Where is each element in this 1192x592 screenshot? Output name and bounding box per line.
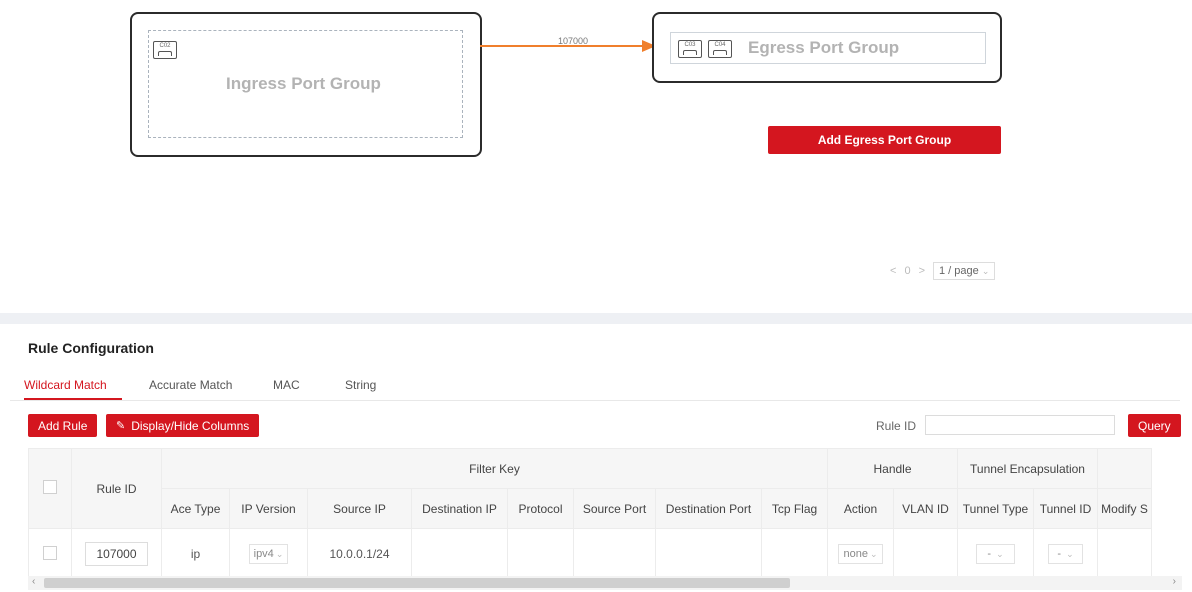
- chevron-down-icon: ⌄: [275, 549, 284, 559]
- display-hide-columns-button[interactable]: ✎ Display/Hide Columns: [106, 414, 260, 437]
- column-header: Modify S: [1097, 488, 1152, 529]
- edit-icon: ✎: [116, 420, 126, 432]
- tab-wildcard-match[interactable]: Wildcard Match: [24, 378, 107, 392]
- rule-configuration-title: Rule Configuration: [28, 340, 154, 356]
- column-header: Action: [827, 488, 894, 529]
- tunnel-type-cell: - ⌄: [957, 528, 1034, 580]
- egress-group-title: Egress Port Group: [748, 38, 900, 57]
- query-button[interactable]: Query: [1128, 414, 1181, 437]
- scroll-right-icon[interactable]: ›: [1173, 576, 1176, 587]
- group-header-tunnel-encapsulation: Tunnel Encapsulation: [957, 448, 1098, 489]
- action-select[interactable]: none ⌄: [838, 544, 883, 564]
- group-header-spacer: [1097, 448, 1152, 489]
- select-all-cell[interactable]: [28, 448, 72, 529]
- add-egress-port-group-button[interactable]: Add Egress Port Group: [768, 126, 1001, 154]
- rules-table: Rule ID Filter Key Handle Tunnel Encapsu…: [28, 448, 1152, 580]
- topology-panel: C02 Ingress Port Group 107000 C03 C04 Eg…: [10, 0, 1192, 313]
- destination-port-cell[interactable]: [655, 528, 762, 580]
- group-header-filter-key: Filter Key: [161, 448, 828, 489]
- column-header: Tunnel ID: [1033, 488, 1098, 529]
- chevron-down-icon: ⌄: [996, 549, 1004, 559]
- rule-tabs: Wildcard Match Accurate Match MAC String: [10, 374, 1180, 401]
- tcp-flag-cell[interactable]: [761, 528, 828, 580]
- row-select-cell[interactable]: [28, 528, 72, 580]
- rule-id-cell: 107000: [71, 528, 162, 580]
- column-header: Source IP: [307, 488, 412, 529]
- port-icon[interactable]: C03: [678, 40, 702, 58]
- column-header: VLAN ID: [893, 488, 958, 529]
- chevron-down-icon: ⌄: [981, 266, 990, 276]
- column-header: IP Version: [229, 488, 308, 529]
- tab-mac[interactable]: MAC: [273, 378, 300, 392]
- active-tab-indicator: [24, 398, 122, 400]
- rule-id-search-input[interactable]: [925, 415, 1115, 435]
- ingress-port-group[interactable]: C02 Ingress Port Group: [130, 12, 482, 157]
- link-arrow: [480, 40, 656, 52]
- prev-page-button[interactable]: <: [890, 265, 896, 277]
- row-checkbox[interactable]: [43, 545, 57, 560]
- ace-type-cell: ip: [161, 528, 230, 580]
- section-divider: [0, 313, 1192, 324]
- chevron-down-icon: ⌄: [869, 549, 878, 559]
- ip-version-cell: ipv4 ⌄: [229, 528, 308, 580]
- source-port-cell[interactable]: [573, 528, 656, 580]
- ip-version-select[interactable]: ipv4 ⌄: [248, 544, 289, 564]
- scroll-left-icon[interactable]: ‹: [32, 576, 35, 587]
- chevron-down-icon: ⌄: [1066, 549, 1074, 559]
- ingress-group-title: Ingress Port Group: [226, 74, 381, 93]
- table-row: 107000 ip ipv4 ⌄ 10.0.0.1/24 none ⌄ - ⌄ - …: [28, 528, 1152, 580]
- tunnel-type-select[interactable]: - ⌄: [976, 544, 1015, 564]
- display-hide-columns-label: Display/Hide Columns: [131, 418, 250, 433]
- add-rule-button[interactable]: Add Rule: [28, 414, 98, 437]
- group-header-handle: Handle: [827, 448, 958, 489]
- page-size-select[interactable]: 1 / page ⌄: [933, 262, 996, 280]
- column-header: Ace Type: [161, 488, 230, 529]
- rule-id-input[interactable]: 107000: [85, 542, 148, 566]
- vlan-id-cell[interactable]: [893, 528, 958, 580]
- destination-ip-cell[interactable]: [411, 528, 508, 580]
- current-page: 0: [904, 265, 911, 277]
- port-icon[interactable]: C02: [153, 41, 177, 59]
- tab-accurate-match[interactable]: Accurate Match: [149, 378, 232, 392]
- source-ip-cell[interactable]: 10.0.0.1/24: [307, 528, 412, 580]
- port-icon[interactable]: C04: [708, 40, 732, 58]
- rule-id-search-label: Rule ID: [876, 419, 917, 433]
- column-header: Destination Port: [655, 488, 762, 529]
- tab-string[interactable]: String: [345, 378, 376, 392]
- protocol-cell[interactable]: [507, 528, 574, 580]
- select-all-checkbox[interactable]: [43, 480, 57, 494]
- tunnel-id-select[interactable]: - ⌄: [1048, 544, 1083, 564]
- modify-cell[interactable]: [1097, 528, 1152, 580]
- column-header: Destination IP: [411, 488, 508, 529]
- tunnel-id-cell: - ⌄: [1033, 528, 1098, 580]
- horizontal-scrollbar[interactable]: ‹ ›: [28, 576, 1182, 590]
- egress-port-group[interactable]: C03 C04 Egress Port Group: [652, 12, 1002, 83]
- scroll-thumb[interactable]: [44, 578, 790, 588]
- column-header: Protocol: [507, 488, 574, 529]
- column-header: Tunnel Type: [957, 488, 1034, 529]
- next-page-button[interactable]: >: [919, 265, 925, 277]
- column-header-rule-id: Rule ID: [71, 448, 162, 529]
- pagination: < 0 > 1 / page ⌄: [890, 262, 996, 280]
- action-cell: none ⌄: [827, 528, 894, 580]
- column-header: Tcp Flag: [761, 488, 828, 529]
- column-header: Source Port: [573, 488, 656, 529]
